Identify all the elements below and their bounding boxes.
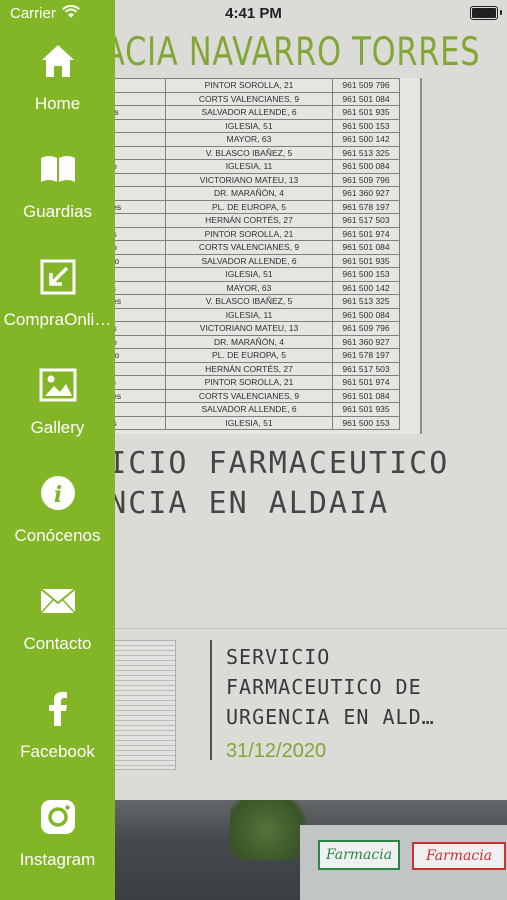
nav-item-conocenos[interactable]: i Conócenos (0, 432, 115, 545)
side-drawer: Home Guardias CompraOnli… Gallery i Conó… (0, 0, 115, 900)
nav-item-instagram[interactable]: Instagram (0, 756, 115, 869)
nav-item-compraonline[interactable]: CompraOnli… (0, 216, 115, 329)
nav-item-contacto[interactable]: Contacto (0, 540, 115, 653)
home-icon (42, 45, 74, 77)
battery-icon (470, 6, 502, 20)
nav-item-facebook[interactable]: Facebook (0, 648, 115, 761)
nav-item-label: Instagram (19, 850, 96, 869)
nav-item-guardias[interactable]: Guardias (0, 108, 115, 221)
image-icon (39, 368, 77, 402)
mail-icon (40, 588, 76, 614)
info-icon: i (41, 476, 75, 510)
external-link-icon (40, 259, 76, 295)
facebook-icon (49, 691, 67, 726)
svg-text:i: i (54, 482, 62, 508)
clock: 4:41 PM (225, 5, 282, 22)
nav-item-gallery[interactable]: Gallery (0, 324, 115, 437)
status-bar: Carrier 4:41 PM (0, 0, 507, 28)
instagram-icon (41, 800, 75, 834)
book-icon (41, 156, 75, 182)
